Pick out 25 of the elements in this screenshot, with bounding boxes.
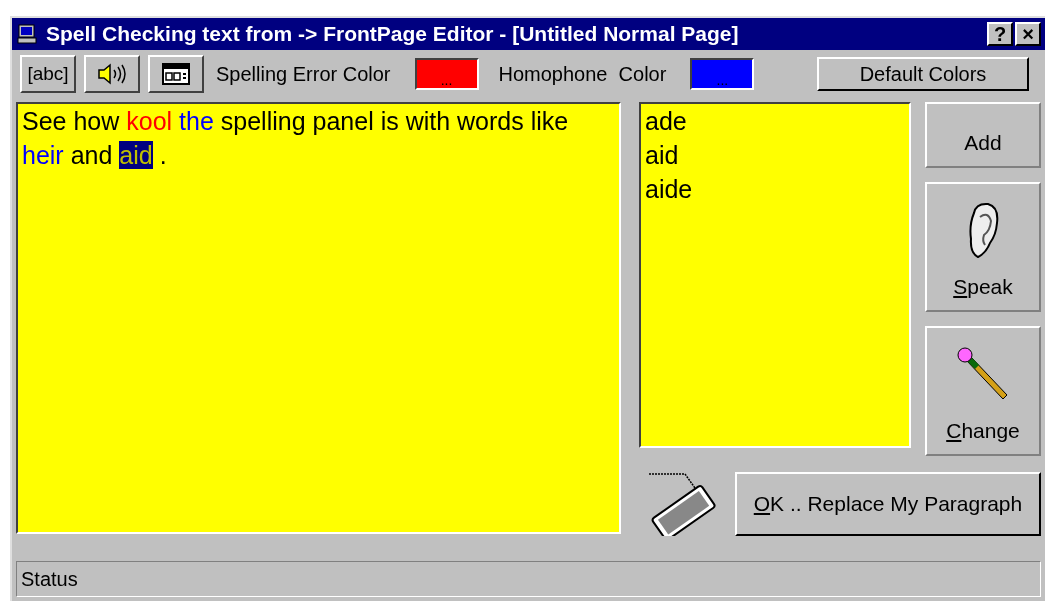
computer-icon: [16, 23, 38, 45]
suggestion-item[interactable]: ade: [645, 104, 687, 138]
suggestion-item[interactable]: aid: [645, 138, 679, 172]
speak-button[interactable]: Speak: [925, 182, 1041, 312]
status-bar: Status: [16, 561, 1041, 597]
close-button[interactable]: ×: [1015, 22, 1041, 46]
spell-check-button[interactable]: [abc]: [20, 55, 76, 93]
paragraph-text: See how kool the spelling panel is with words like heir and aid .: [22, 106, 570, 171]
ok-replace-button[interactable]: OK .. Replace My Paragraph: [735, 472, 1041, 536]
default-colors-button[interactable]: Default Colors: [817, 57, 1029, 91]
ear-icon: [966, 200, 1000, 261]
text-editor[interactable]: See how kool the spelling panel is with words like heir and aid .: [16, 102, 621, 534]
layout-button[interactable]: [148, 55, 204, 93]
window-title: Spell Checking text from -> FrontPage Editor - [Untitled Normal Page]: [46, 21, 740, 48]
speaker-icon: [97, 63, 127, 85]
add-button[interactable]: Add: [925, 102, 1041, 168]
help-button[interactable]: ?: [987, 22, 1013, 46]
speaker-button[interactable]: [84, 55, 140, 93]
suggestion-item[interactable]: aide: [645, 172, 693, 206]
window-icon: [162, 63, 190, 85]
change-button[interactable]: Change: [925, 326, 1041, 456]
color-label: Spelling Error Color: [216, 62, 391, 87]
suggestion-list[interactable]: ade aid aide: [639, 102, 911, 448]
color-label: Homophone Color: [498, 62, 667, 87]
color-swatch-button[interactable]: ...: [414, 58, 479, 90]
